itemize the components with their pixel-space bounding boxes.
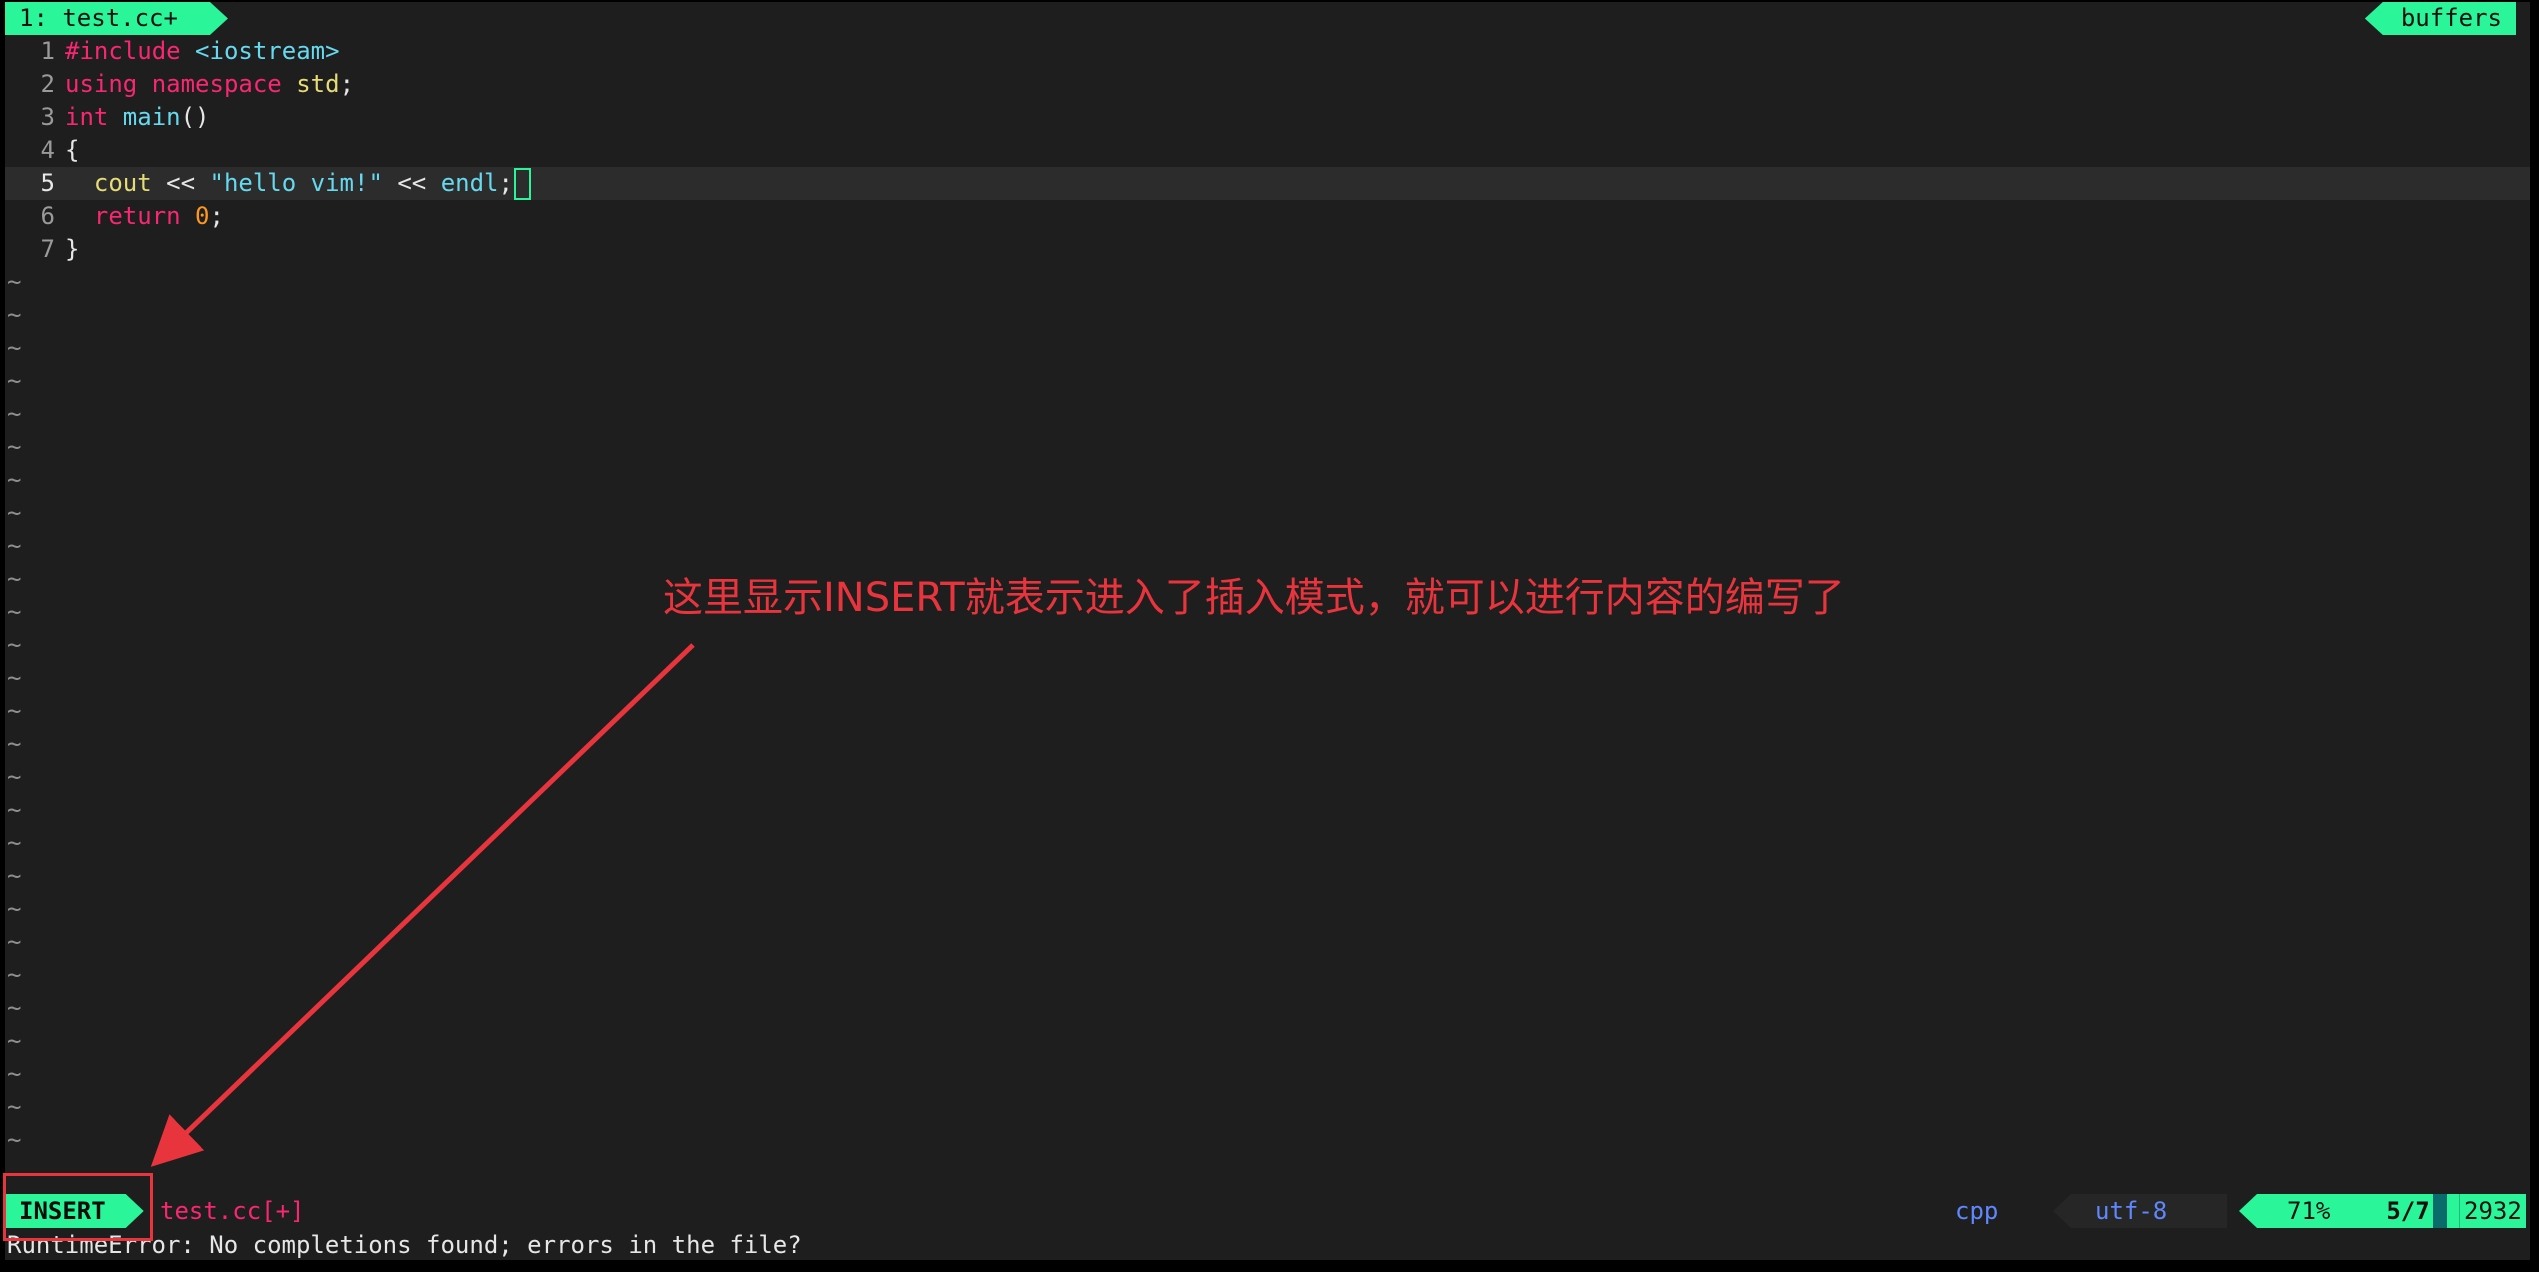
code-token: endl: [440, 169, 499, 197]
empty-line-tilde: ~: [7, 928, 22, 956]
empty-line-tilde: ~: [7, 829, 22, 857]
status-encoding: utf-8: [2053, 1194, 2228, 1228]
code-line[interactable]: 1 #include <iostream>: [5, 35, 2530, 68]
line-number: 7: [40, 235, 55, 263]
empty-line-tilde: ~: [7, 268, 22, 296]
empty-line-tilde: ~: [7, 433, 22, 461]
code-token: cout: [65, 169, 152, 197]
code-line[interactable]: 3 int main(): [5, 101, 2530, 134]
empty-line-tilde: ~: [7, 697, 22, 725]
buffers-label[interactable]: buffers: [2364, 2, 2516, 35]
code-token: }: [65, 235, 80, 263]
tab-test-cc[interactable]: 1: test.cc+: [5, 2, 228, 35]
code-token: (): [180, 103, 210, 131]
vim-terminal[interactable]: 1: test.cc+ buffers 1 #include <iostream>…: [5, 2, 2530, 1260]
code-line[interactable]: 4{: [5, 134, 2530, 167]
code-token: return: [65, 202, 196, 230]
empty-line-tilde: ~: [7, 1126, 22, 1154]
status-line-col: 5/7: [2386, 1197, 2430, 1225]
line-number: 4: [40, 136, 55, 164]
status-filetype: cpp: [1955, 1197, 1999, 1225]
empty-line-tilde: ~: [7, 499, 22, 527]
statusline: INSERT test.cc[+] cpp utf-8 71% 5/7 2932: [5, 1192, 2530, 1230]
code-token: ;: [339, 70, 355, 98]
code-token: <<: [151, 169, 210, 197]
empty-line-tilde: ~: [7, 994, 22, 1022]
tabline: 1: test.cc+ buffers: [5, 2, 2530, 35]
empty-line-tilde: ~: [7, 400, 22, 428]
code-token: main: [122, 103, 181, 131]
code-token: "hello vim!": [209, 169, 383, 197]
line-number: 6: [40, 202, 55, 230]
empty-line-tilde: ~: [7, 961, 22, 989]
empty-line-tilde: ~: [7, 1027, 22, 1055]
annotation-text: 这里显示INSERT就表示进入了插入模式，就可以进行内容的编写了: [663, 575, 1845, 621]
code-token: std: [296, 70, 340, 98]
empty-line-tilde: ~: [7, 532, 22, 560]
code-line[interactable]: 5 cout << "hello vim!" << endl;: [5, 167, 2530, 200]
empty-line-tilde: ~: [7, 895, 22, 923]
empty-line-tilde: ~: [7, 664, 22, 692]
status-position: 71% 5/7: [2239, 1194, 2460, 1228]
annotation-highlight-box: [3, 1173, 153, 1241]
status-separator: [2433, 1194, 2447, 1228]
empty-line-tilde: ~: [7, 367, 22, 395]
code-line[interactable]: 2 using namespace std;: [5, 68, 2530, 101]
code-token: ;: [209, 202, 224, 230]
code-token: <<: [382, 169, 441, 197]
code-token: 0: [195, 202, 210, 230]
empty-line-tilde: ~: [7, 1060, 22, 1088]
code-token: #include: [65, 37, 196, 65]
empty-line-tilde: ~: [7, 763, 22, 791]
code-token: {: [65, 136, 80, 164]
empty-line-tilde: ~: [7, 730, 22, 758]
code-line[interactable]: 6 return 0;: [5, 200, 2530, 233]
empty-line-tilde: ~: [7, 796, 22, 824]
code-token: namespace: [151, 70, 297, 98]
code-token: ;: [498, 169, 513, 197]
empty-line-tilde: ~: [7, 1093, 22, 1121]
status-filename: test.cc[+]: [160, 1197, 305, 1225]
empty-line-tilde: ~: [7, 334, 22, 362]
status-count: 2932: [2460, 1194, 2526, 1228]
code-token: int: [65, 103, 123, 131]
status-percent: 71%: [2287, 1197, 2331, 1225]
text-cursor: [513, 168, 531, 200]
code-token: <iostream>: [195, 37, 340, 65]
empty-line-tilde: ~: [7, 466, 22, 494]
line-number: 5: [40, 169, 55, 197]
empty-line-tilde: ~: [7, 862, 22, 890]
code-token: using: [65, 70, 152, 98]
empty-line-tilde: ~: [7, 301, 22, 329]
line-number: 3: [40, 103, 55, 131]
line-number: 2: [40, 70, 55, 98]
empty-line-tilde: ~: [7, 631, 22, 659]
command-line[interactable]: RuntimeError: No completions found; erro…: [5, 1230, 2530, 1260]
code-line[interactable]: 7}: [5, 233, 2530, 266]
line-number: 1: [40, 37, 55, 65]
